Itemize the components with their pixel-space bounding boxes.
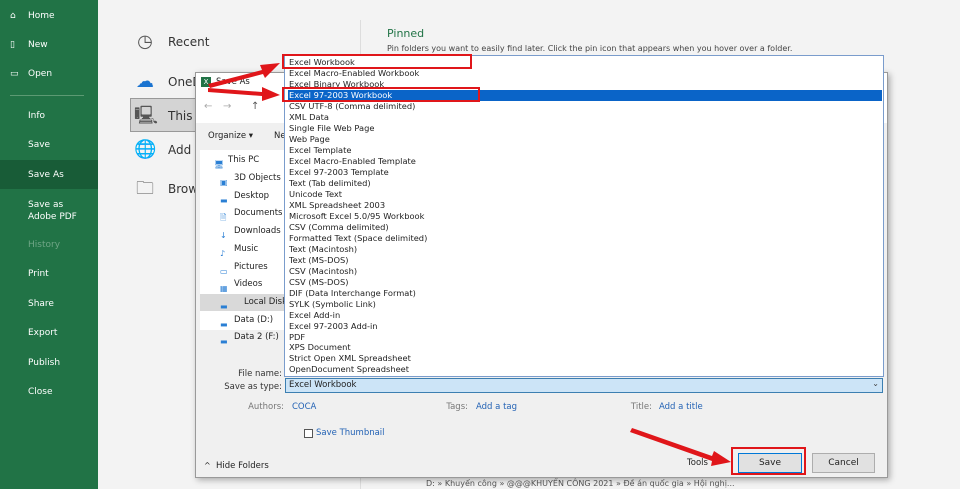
arrow-to-save [630,428,731,466]
annotation-arrows [208,63,731,466]
arrow-to-excel-workbook [208,63,280,88]
arrow-to-excel-97-2003 [208,87,280,101]
